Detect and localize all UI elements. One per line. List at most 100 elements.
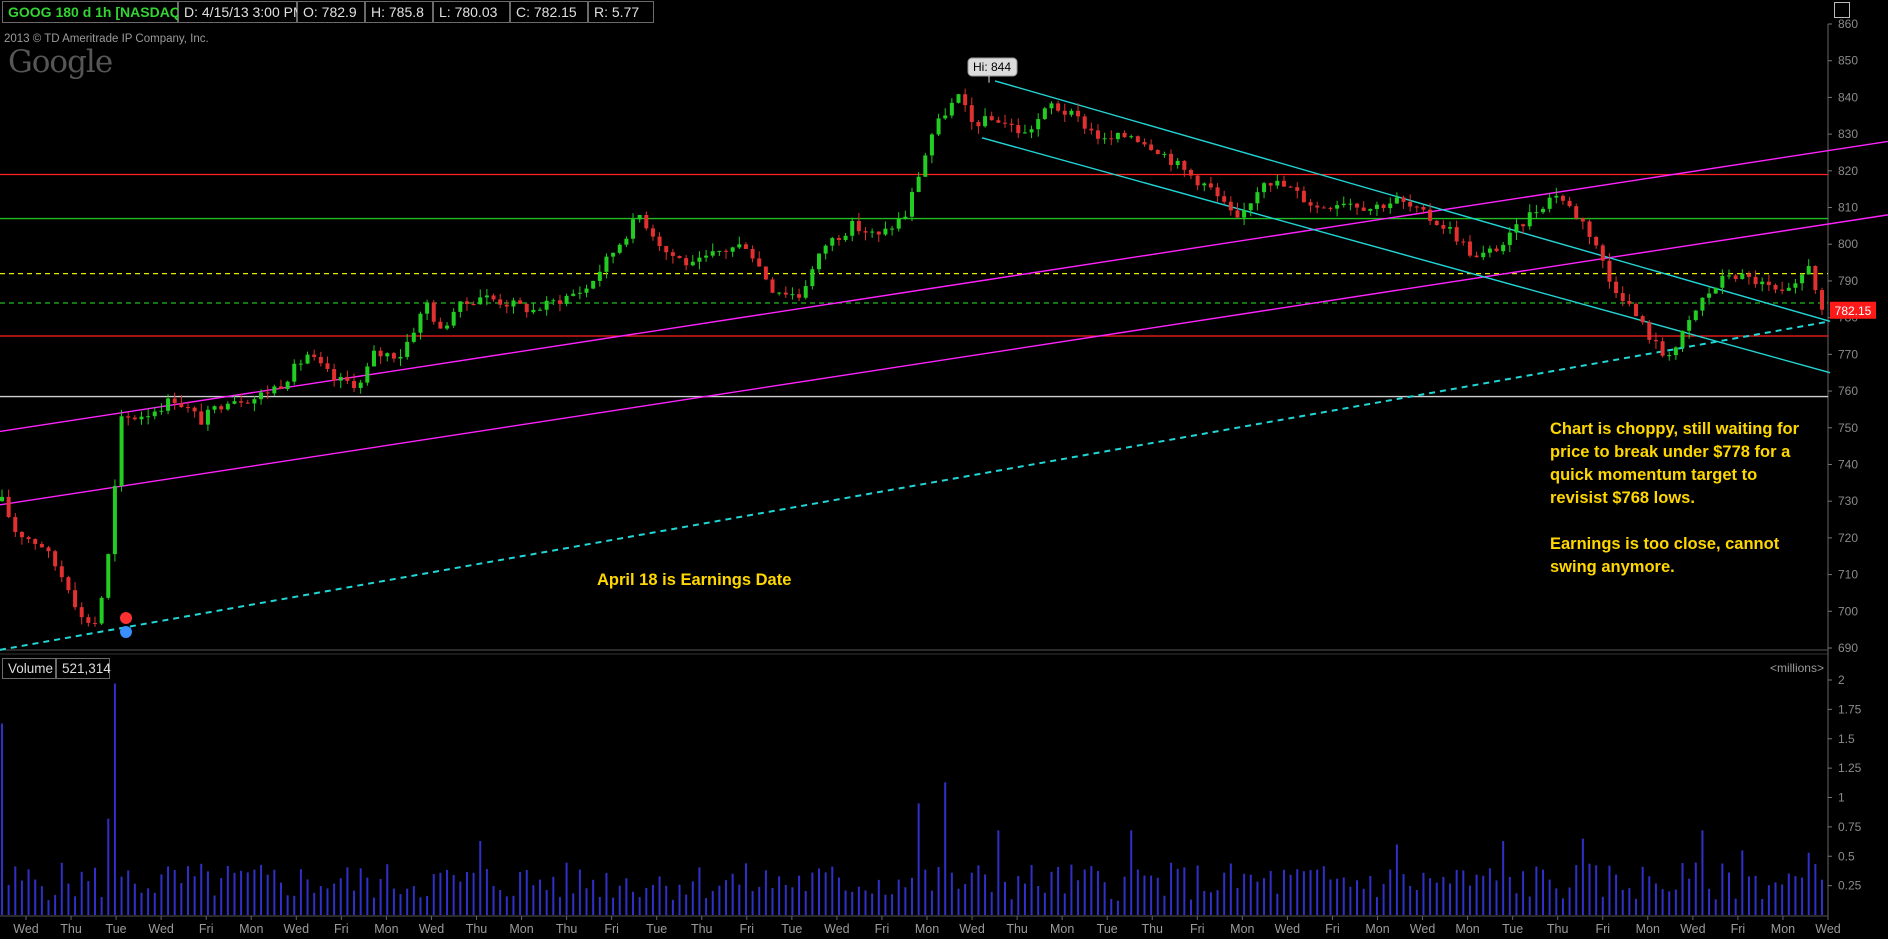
candle-body bbox=[471, 303, 476, 305]
vol-tick-label: 0.5 bbox=[1838, 849, 1855, 863]
candle-body bbox=[1560, 195, 1565, 201]
candle-body bbox=[1228, 201, 1233, 211]
x-tick-label: Mon bbox=[1455, 922, 1479, 936]
candle-body bbox=[1394, 197, 1399, 204]
y-tick-label: 760 bbox=[1838, 384, 1858, 398]
candle-body bbox=[498, 299, 503, 305]
candle-body bbox=[1547, 197, 1552, 209]
candle-body bbox=[1301, 190, 1306, 203]
candle-body bbox=[1335, 205, 1340, 209]
candle-body bbox=[1600, 245, 1605, 261]
candle-body bbox=[531, 309, 536, 313]
candle-body bbox=[1275, 180, 1280, 186]
candle-body bbox=[797, 294, 802, 298]
candle-body bbox=[325, 363, 330, 370]
candle-body bbox=[405, 341, 410, 357]
candle-body bbox=[92, 622, 97, 624]
candle-body bbox=[232, 401, 237, 404]
candle-body bbox=[644, 214, 649, 229]
candle-body bbox=[1554, 195, 1559, 198]
candle-body bbox=[152, 411, 157, 417]
candle-body bbox=[697, 257, 702, 262]
candle-body bbox=[989, 116, 994, 121]
candle-body bbox=[624, 238, 629, 245]
candle-body bbox=[1268, 183, 1273, 186]
candle-body bbox=[1567, 200, 1572, 207]
candle-body bbox=[1095, 130, 1100, 139]
candle-body bbox=[1494, 248, 1499, 252]
candle-body bbox=[312, 354, 317, 357]
x-tick-label: Fri bbox=[1325, 922, 1340, 936]
candle-body bbox=[538, 309, 543, 311]
candle-body bbox=[365, 366, 370, 383]
candle-body bbox=[1580, 218, 1585, 222]
candle-body bbox=[345, 376, 350, 381]
vol-tick-label: 1.75 bbox=[1838, 702, 1862, 716]
candle-body bbox=[1169, 153, 1174, 166]
x-tick-label: Fri bbox=[1190, 922, 1205, 936]
candle-body bbox=[777, 292, 782, 294]
candle-body bbox=[411, 332, 416, 342]
open-readout: O: 782.9 bbox=[297, 1, 365, 23]
candle-body bbox=[119, 416, 124, 486]
x-tick-label: Mon bbox=[239, 922, 263, 936]
vol-tick-label: 0.25 bbox=[1838, 879, 1862, 893]
candle-body bbox=[172, 398, 177, 404]
candle-body bbox=[1541, 208, 1546, 213]
candle-body bbox=[557, 300, 562, 304]
candle-body bbox=[1534, 212, 1539, 214]
candle-body bbox=[132, 417, 137, 420]
candle-body bbox=[737, 244, 742, 248]
candle-body bbox=[724, 250, 729, 252]
candle-body bbox=[690, 261, 695, 266]
x-tick-label: Fri bbox=[334, 922, 349, 936]
candle-body bbox=[983, 116, 988, 127]
candle-body bbox=[1793, 283, 1798, 288]
candle-body bbox=[1713, 287, 1718, 294]
symbol-label[interactable]: GOOG 180 d 1h [NASDAQ] bbox=[2, 1, 185, 23]
candle-body bbox=[451, 311, 456, 326]
candle-body bbox=[478, 297, 483, 305]
candle-body bbox=[1388, 203, 1393, 209]
time-axis: Wed Thu Tue Wed Fri Mon Wed Fri Mon Wed Thu Mon Thu F… bbox=[13, 916, 1841, 936]
y-tick-label: 830 bbox=[1838, 127, 1858, 141]
candle-body bbox=[1242, 210, 1247, 218]
y-tick-label: 770 bbox=[1838, 347, 1858, 361]
volume-label[interactable]: Volume bbox=[2, 658, 56, 679]
candle-body bbox=[1441, 225, 1446, 229]
candle-body bbox=[969, 105, 974, 122]
candle-body bbox=[1135, 136, 1140, 143]
candle-body bbox=[1527, 212, 1532, 227]
range-readout: R: 5.77 bbox=[588, 1, 654, 23]
candle-body bbox=[1175, 160, 1180, 166]
candle-body bbox=[99, 597, 104, 624]
candle-body bbox=[1295, 187, 1300, 191]
earnings-annotation: April 18 is Earnings Date bbox=[597, 571, 792, 589]
date-readout: D: 4/15/13 3:00 PM bbox=[178, 1, 305, 23]
candle-body bbox=[1036, 119, 1041, 130]
y-tick-label: 750 bbox=[1838, 421, 1858, 435]
candle-body bbox=[146, 416, 151, 418]
event-marker-icon bbox=[120, 626, 132, 638]
candle-body bbox=[1700, 297, 1705, 311]
y-tick-label: 730 bbox=[1838, 494, 1858, 508]
candle-body bbox=[1773, 284, 1778, 290]
candle-body bbox=[763, 266, 768, 280]
draw-tool-icon[interactable] bbox=[1834, 2, 1850, 18]
x-tick-label: Wed bbox=[959, 922, 985, 936]
note-line: Earnings is too close, cannot bbox=[1550, 535, 1780, 553]
vol-tick-label: 1.5 bbox=[1838, 732, 1855, 746]
candle-body bbox=[551, 300, 556, 302]
candle-body bbox=[1208, 183, 1213, 188]
candle-body bbox=[1521, 224, 1526, 227]
candle-body bbox=[338, 376, 343, 381]
candle-body bbox=[1348, 203, 1353, 205]
candle-body bbox=[19, 531, 24, 538]
candle-body bbox=[1222, 196, 1227, 202]
candle-body bbox=[305, 354, 310, 364]
candle-body bbox=[1102, 138, 1107, 140]
candle-body bbox=[1149, 144, 1154, 151]
candle-body bbox=[39, 543, 44, 548]
note-line: price to break under $778 for a bbox=[1550, 443, 1791, 461]
volume-value: 521,314 bbox=[56, 658, 111, 679]
